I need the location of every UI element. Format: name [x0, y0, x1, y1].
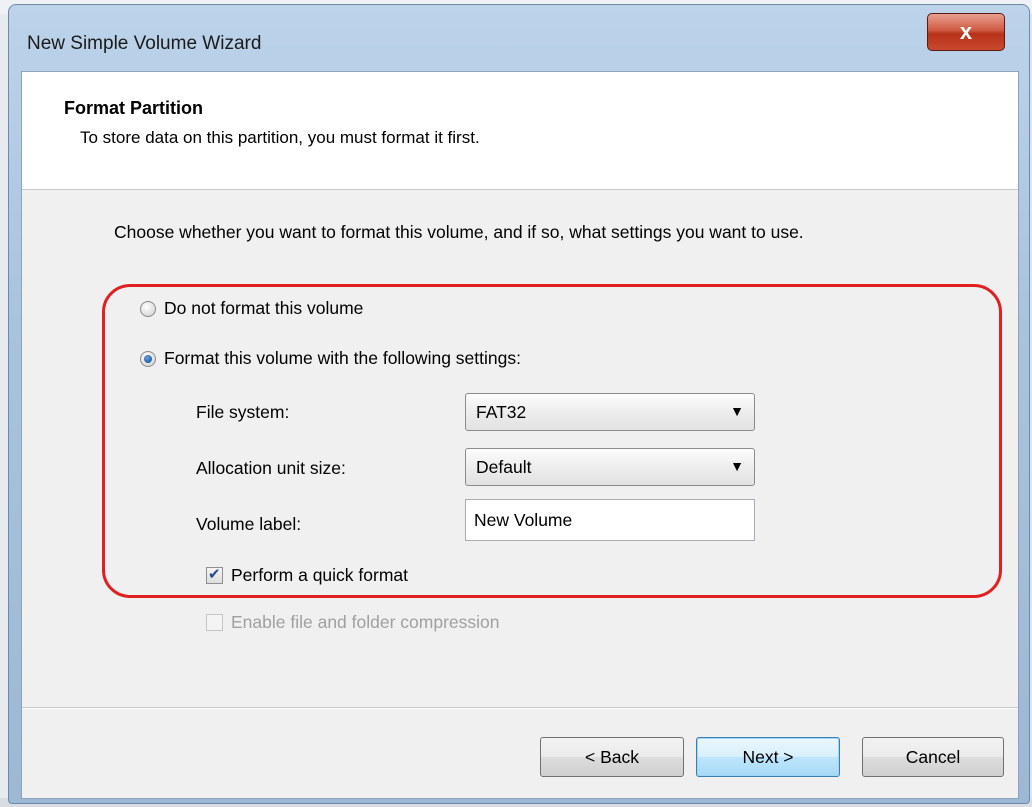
- wizard-header: Format Partition To store data on this p…: [22, 72, 1018, 190]
- quick-format-checkbox-row[interactable]: Perform a quick format: [206, 565, 408, 586]
- chevron-down-icon: ▼: [730, 458, 744, 474]
- compression-checkbox: [206, 614, 223, 631]
- allocation-unit-select[interactable]: Default ▼: [465, 448, 755, 486]
- close-button[interactable]: x: [927, 13, 1005, 51]
- instruction-text: Choose whether you want to format this v…: [114, 222, 804, 242]
- radio-no-format[interactable]: Do not format this volume: [140, 298, 363, 319]
- window-title: New Simple Volume Wizard: [27, 33, 262, 54]
- file-system-select[interactable]: FAT32 ▼: [465, 393, 755, 431]
- wizard-window: New Simple Volume Wizard x Format Partit…: [8, 4, 1030, 804]
- allocation-unit-value: Default: [476, 457, 532, 477]
- chevron-down-icon: ▼: [730, 403, 744, 419]
- highlight-annotation: [102, 284, 1002, 598]
- radio-format-label: Format this volume with the following se…: [164, 348, 521, 368]
- wizard-body: Format Partition To store data on this p…: [21, 71, 1019, 799]
- radio-button-format[interactable]: [140, 350, 156, 367]
- radio-no-format-label: Do not format this volume: [164, 298, 364, 318]
- file-system-value: FAT32: [476, 402, 527, 422]
- radio-format[interactable]: Format this volume with the following se…: [140, 348, 521, 369]
- volume-label-input[interactable]: New Volume: [465, 499, 755, 541]
- volume-label-label: Volume label:: [196, 514, 302, 534]
- radio-button-no-format[interactable]: [140, 300, 156, 317]
- footer-divider: [22, 707, 1018, 709]
- page-title: Format Partition: [64, 98, 204, 118]
- title-bar[interactable]: New Simple Volume Wizard x: [9, 5, 1029, 81]
- quick-format-checkbox[interactable]: [206, 565, 223, 584]
- compression-checkbox-row: Enable file and folder compression: [206, 612, 500, 633]
- volume-label-value: New Volume: [474, 510, 573, 530]
- back-button[interactable]: < Back: [540, 737, 684, 777]
- cancel-button[interactable]: Cancel: [862, 737, 1004, 777]
- close-icon: x: [959, 19, 973, 44]
- compression-label: Enable file and folder compression: [231, 612, 500, 632]
- allocation-unit-label: Allocation unit size:: [196, 458, 346, 478]
- file-system-label: File system:: [196, 402, 290, 422]
- page-subtitle: To store data on this partition, you mus…: [80, 128, 480, 147]
- quick-format-label: Perform a quick format: [231, 565, 408, 585]
- next-button[interactable]: Next >: [696, 737, 840, 777]
